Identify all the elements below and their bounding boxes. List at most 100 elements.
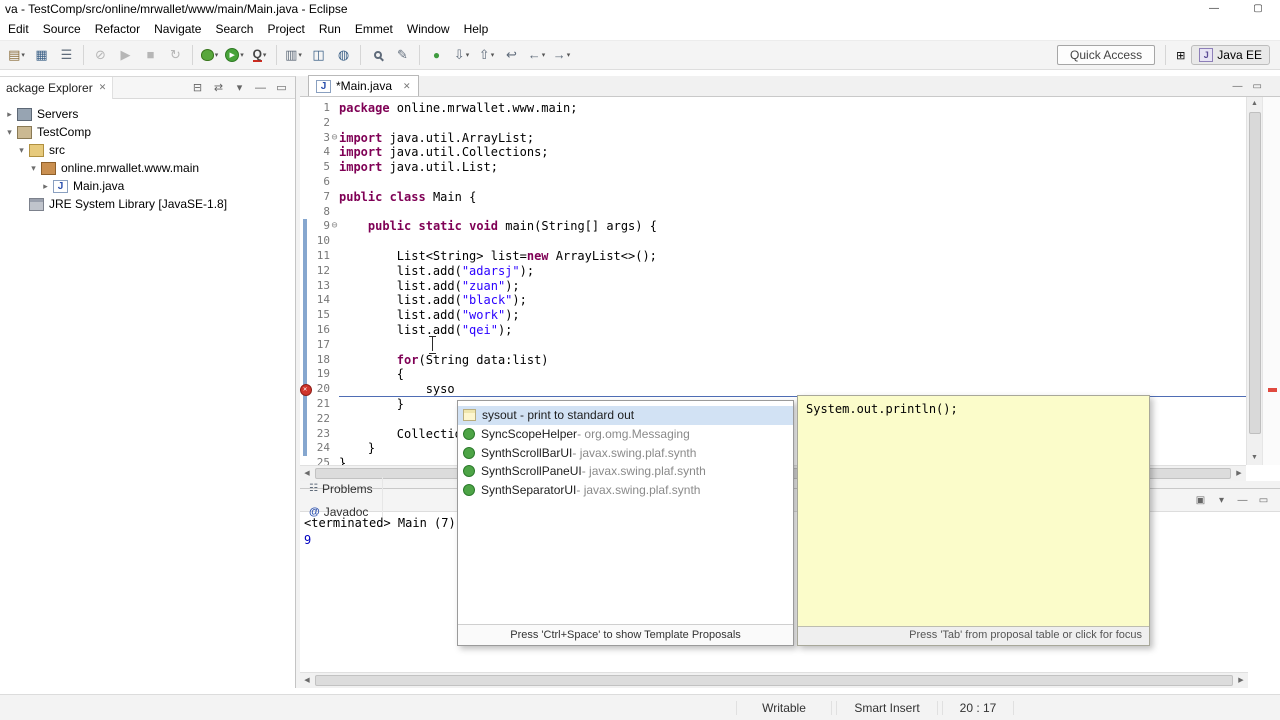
tab-problems[interactable]: ☷ Problems [300,477,383,500]
new-wizard-icon[interactable]: ▤ ▾ [5,43,28,67]
skip-breakpoints-icon[interactable]: ⊘ [89,43,112,67]
last-edit-location-icon[interactable]: ↩ [500,43,523,67]
scroll-down-icon[interactable]: ▼ [1247,451,1262,465]
gutter-marker-column[interactable] [300,249,312,264]
tree-item-jre-system-library-javase-1-8[interactable]: JRE System Library [JavaSE-1.8] [0,195,295,213]
search-icon[interactable] [366,43,389,67]
save-icon[interactable]: ▦ [30,43,53,67]
gutter-marker-column[interactable] [300,190,312,205]
gutter-marker-column[interactable] [300,397,312,412]
menu-navigate[interactable]: Navigate [147,19,208,39]
scrollbar-thumb[interactable] [1249,112,1261,434]
gutter-marker-column[interactable] [300,234,312,249]
menu-edit[interactable]: Edit [1,19,36,39]
proposal-item[interactable]: sysout - print to standard out [458,406,793,425]
menu-run[interactable]: Run [312,19,348,39]
coverage-icon[interactable]: ▥ ▾ [282,43,305,67]
code-line[interactable]: 16 list.add("qei"); [300,323,1246,338]
web-browser-icon[interactable]: ◍ [332,43,355,67]
tree-item-servers[interactable]: ▸ Servers [0,105,295,123]
back-icon[interactable]: ← ▾ [525,43,548,67]
gutter-marker-column[interactable] [300,308,312,323]
pin-console-icon[interactable]: ▣ [1190,495,1211,506]
gutter-marker-column[interactable] [300,427,312,442]
maximize-button-icon[interactable]: ▢ [1236,0,1280,18]
gutter-marker-column[interactable] [300,175,312,190]
quick-access-button[interactable]: Quick Access [1057,45,1156,65]
gutter-marker-column[interactable] [300,353,312,368]
close-icon[interactable]: ✕ [99,82,107,93]
proposal-item[interactable]: SyncScopeHelper - org.omg.Messaging [458,425,793,444]
gutter-marker-column[interactable] [300,101,312,116]
tree-expander-icon[interactable]: ▾ [4,127,15,138]
overview-ruler[interactable] [1262,97,1280,465]
code-line[interactable]: 14 list.add("black"); [300,293,1246,308]
tree-expander-icon[interactable]: ▾ [16,145,27,156]
print-icon[interactable]: ☰ [55,43,78,67]
gutter-marker-column[interactable] [300,441,312,456]
tree-expander-icon[interactable]: ▸ [40,181,51,192]
gutter-marker-column[interactable] [300,279,312,294]
proposal-item[interactable]: SynthScrollBarUI - javax.swing.plaf.synt… [458,443,793,462]
tree-expander-icon[interactable]: ▾ [28,163,39,174]
code-line[interactable]: 13 list.add("zuan"); [300,279,1246,294]
next-annotation-icon[interactable]: ⇩ ▾ [450,43,473,67]
gutter-marker-column[interactable] [300,323,312,338]
minimize-view-icon[interactable]: — [1232,495,1253,506]
scroll-right-icon[interactable]: ▶ [1234,673,1248,689]
menu-search[interactable]: Search [208,19,260,39]
error-marker[interactable] [1268,388,1277,392]
code-line[interactable]: 9 ⊖ public static void main(String[] args… [300,219,1246,234]
link-with-editor-icon[interactable]: ⇄ [208,81,229,94]
stop-server-icon[interactable]: ■ [139,43,162,67]
gutter-marker-column[interactable] [300,160,312,175]
code-line[interactable]: 15 list.add("work"); [300,308,1246,323]
code-line[interactable]: 3 ⊖ import java.util.ArrayList; [300,131,1246,146]
code-line[interactable]: 10 [300,234,1246,249]
fold-marker-icon[interactable]: ⊖ [330,131,339,146]
scroll-right-icon[interactable]: ▶ [1232,466,1246,482]
gutter-marker-column[interactable] [300,219,312,234]
gutter-marker-column[interactable] [300,131,312,146]
menu-emmet[interactable]: Emmet [348,19,400,39]
gutter-marker-column[interactable] [300,205,312,220]
code-line[interactable]: 1 package online.mrwallet.www.main; [300,101,1246,116]
gutter-marker-column[interactable] [300,456,312,465]
proposal-item[interactable]: SynthSeparatorUI - javax.swing.plaf.synt… [458,481,793,500]
code-line[interactable]: 8 [300,205,1246,220]
minimize-button-icon[interactable]: — [1192,0,1236,18]
menu-source[interactable]: Source [36,19,88,39]
collapse-all-icon[interactable]: ⊟ [187,81,208,94]
tree-item-testcomp[interactable]: ▾ TestComp [0,123,295,141]
maximize-view-icon[interactable]: ▭ [1253,81,1262,92]
code-line[interactable]: 6 [300,175,1246,190]
code-line[interactable]: 7 public class Main { [300,190,1246,205]
external-tools-icon[interactable]: Q ▾ [248,43,271,67]
code-line[interactable]: 17 [300,338,1246,353]
open-perspective-icon[interactable]: ⊞ [1176,50,1185,62]
run-icon[interactable]: ▶ ▾ [223,43,246,67]
code-line[interactable]: 4 import java.util.Collections; [300,145,1246,160]
close-icon[interactable]: ✕ [403,81,411,92]
package-explorer-tab[interactable]: ackage Explorer ✕ [0,76,114,99]
console-horizontal-scrollbar[interactable]: ◀ ▶ [300,672,1248,688]
scrollbar-thumb[interactable] [315,675,1233,686]
tree-expander-icon[interactable]: ▸ [4,109,15,120]
code-line[interactable]: 5 import java.util.List; [300,160,1246,175]
code-line[interactable]: 19 { [300,367,1246,382]
forward-icon[interactable]: → ▾ [550,43,573,67]
new-servlet-icon[interactable]: ◫ [307,43,330,67]
code-line[interactable]: 12 list.add("adarsj"); [300,264,1246,279]
editor-tab-main-java[interactable]: J *Main.java ✕ [308,75,419,96]
proposal-item[interactable]: SynthScrollPaneUI - javax.swing.plaf.syn… [458,462,793,481]
minimize-view-icon[interactable]: — [250,82,271,94]
code-line[interactable]: 18 for(String data:list) [300,353,1246,368]
gutter-marker-column[interactable] [300,145,312,160]
gutter-marker-column[interactable] [300,116,312,131]
menu-window[interactable]: Window [400,19,457,39]
code-line[interactable]: 11 List<String> list=new ArrayList<>(); [300,249,1246,264]
java-ee-perspective-button[interactable]: J Java EE [1191,45,1270,65]
fold-marker-icon[interactable]: ⊖ [330,219,339,234]
menu-help[interactable]: Help [457,19,496,39]
gutter-marker-column[interactable] [300,367,312,382]
